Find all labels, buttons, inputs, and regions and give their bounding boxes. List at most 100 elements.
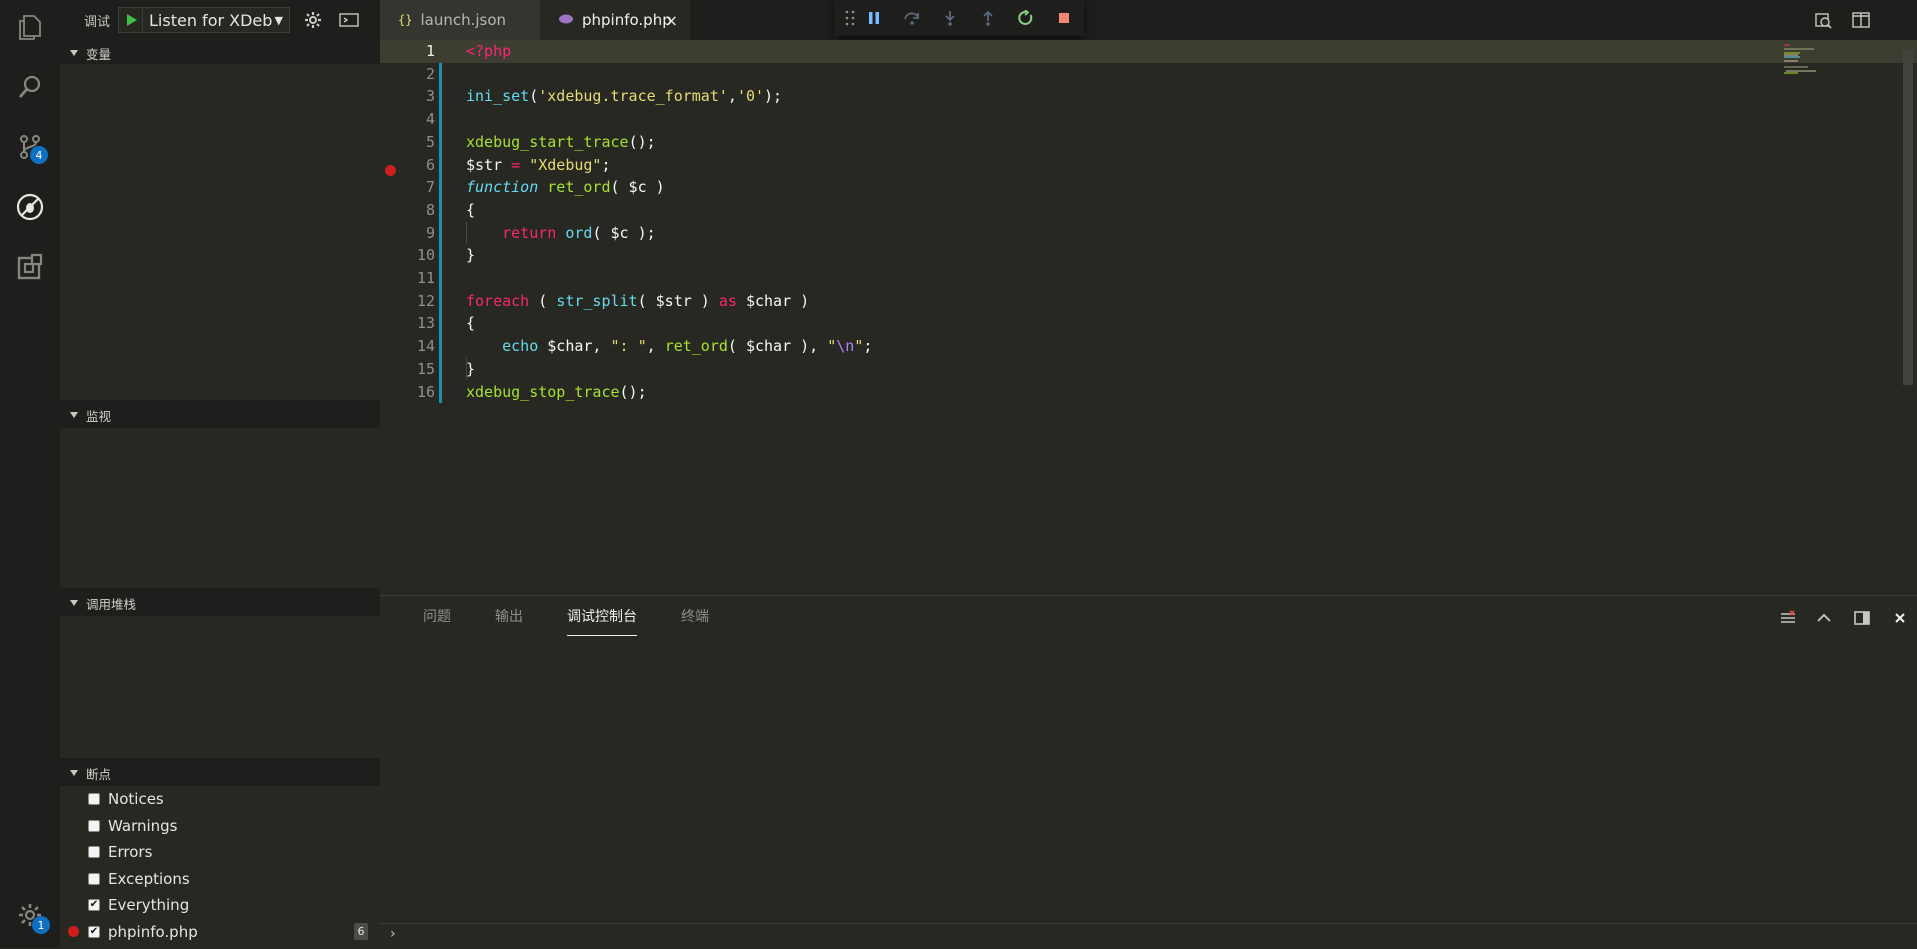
line-number: 1 <box>425 42 435 60</box>
toggle-panel-position-icon[interactable] <box>1851 607 1873 629</box>
checkbox[interactable] <box>88 846 100 858</box>
code-editor[interactable]: 1 <?php 2 3 ini_set('xdebug.trace_format',… <box>380 40 1917 595</box>
debug-sidebar: 调试 Listen for XDebu ▼ 变量 监视 调用堆栈 断点 Noti… <box>60 0 380 948</box>
tab-output[interactable]: 输出 <box>495 606 523 636</box>
breakpoint-label: Errors <box>108 843 153 861</box>
split-editor-icon[interactable] <box>1849 8 1873 32</box>
extensions-icon[interactable] <box>0 242 60 292</box>
code-line: } <box>466 359 476 378</box>
close-panel-icon[interactable] <box>1889 607 1911 629</box>
collapse-icon <box>70 600 78 606</box>
breakpoint-item[interactable]: ✔ phpinfo.php 6 <box>60 919 380 945</box>
bottom-panel: 问题 输出 调试控制台 终端 › <box>380 595 1917 948</box>
line-number: 5 <box>425 132 435 151</box>
line-number: 2 <box>425 64 435 83</box>
section-label: 变量 <box>86 46 112 62</box>
gear-icon[interactable] <box>300 7 326 33</box>
gear-icon[interactable]: 1 <box>0 890 60 940</box>
debug-icon[interactable] <box>0 182 60 232</box>
code-line: { <box>466 314 476 333</box>
breakpoint-label: Notices <box>108 790 164 808</box>
source-control-icon[interactable]: 4 <box>0 122 60 172</box>
code-line: xdebug_stop_trace(); <box>466 382 647 401</box>
section-label: 断点 <box>86 766 112 782</box>
drag-handle-icon[interactable] <box>838 6 862 30</box>
code-line: <?php <box>466 42 512 60</box>
close-icon[interactable]: × <box>665 11 678 30</box>
line-number: 8 <box>425 200 435 219</box>
breakpoint-item[interactable]: Exceptions <box>60 866 380 892</box>
stop-icon[interactable] <box>1052 6 1076 30</box>
tab-debug-console[interactable]: 调试控制台 <box>567 606 637 636</box>
code-line: foreach ( str_split( $str ) as $char ) <box>466 291 810 310</box>
minimap[interactable] <box>1782 44 1832 74</box>
step-over-icon[interactable] <box>900 6 924 30</box>
checkbox[interactable] <box>88 793 100 805</box>
json-file-icon: {} <box>398 13 413 27</box>
explorer-icon[interactable] <box>0 2 60 52</box>
breakpoint-label: Exceptions <box>108 869 190 888</box>
section-label: 监视 <box>86 408 112 424</box>
breakpoint-item[interactable]: Warnings <box>60 813 380 839</box>
section-breakpoints[interactable]: 断点 <box>60 762 380 784</box>
line-number: 3 <box>425 87 435 106</box>
checkbox-checked[interactable]: ✔ <box>88 899 100 911</box>
breakpoint-item[interactable]: Notices <box>60 786 380 812</box>
line-number: 12 <box>416 291 435 310</box>
open-changes-icon[interactable] <box>1811 8 1835 32</box>
code-line: return ord( $c ); <box>502 223 656 242</box>
tab-launch-json[interactable]: {} launch.json <box>380 0 540 40</box>
code-line: } <box>466 246 476 265</box>
tab-terminal[interactable]: 终端 <box>681 606 709 636</box>
line-number: 10 <box>416 246 435 265</box>
start-debugging-icon[interactable] <box>121 9 144 31</box>
debug-toolbar <box>834 0 1084 36</box>
php-file-icon <box>558 13 574 28</box>
checkbox[interactable] <box>88 819 100 832</box>
tab-problems[interactable]: 问题 <box>423 606 451 636</box>
collapse-icon <box>70 770 78 776</box>
checkbox-checked[interactable]: ✔ <box>88 925 100 938</box>
code-line: { <box>466 200 476 219</box>
debug-header: 调试 Listen for XDebu ▼ <box>60 0 380 40</box>
section-callstack[interactable]: 调用堆栈 <box>60 592 380 614</box>
scm-badge: 4 <box>30 146 48 164</box>
clear-console-icon[interactable] <box>1777 607 1799 629</box>
launch-config-select[interactable]: Listen for XDebu ▼ <box>118 7 291 33</box>
collapse-icon <box>70 50 78 56</box>
more-actions-icon[interactable] <box>1885 8 1909 32</box>
editor-tab-bar: {} launch.json phpinfo.php × <box>380 0 1917 40</box>
editor-scrollbar[interactable] <box>1903 50 1913 385</box>
code-line: xdebug_start_trace(); <box>466 132 656 151</box>
breakpoint-label: phpinfo.php <box>108 922 198 941</box>
breakpoint-item[interactable]: Errors <box>60 839 380 865</box>
debug-console-input[interactable]: › <box>380 923 1917 949</box>
line-number: 15 <box>416 359 435 378</box>
launch-config-label: Listen for XDebu <box>149 10 273 30</box>
line-number: 14 <box>416 337 435 356</box>
watch-pane <box>60 428 380 588</box>
pause-icon[interactable] <box>862 6 886 30</box>
step-into-icon[interactable] <box>938 6 962 30</box>
section-variables[interactable]: 变量 <box>60 42 380 64</box>
callstack-pane <box>60 616 380 758</box>
code-line: $str = "Xdebug"; <box>466 155 611 174</box>
maximize-panel-icon[interactable] <box>1813 607 1835 629</box>
step-out-icon[interactable] <box>976 6 1000 30</box>
variables-pane <box>60 64 380 400</box>
debug-title: 调试 <box>84 14 111 30</box>
collapse-icon <box>70 412 78 418</box>
chevron-down-icon: ▼ <box>274 13 284 27</box>
line-number: 11 <box>416 269 435 287</box>
checkbox[interactable] <box>88 872 100 885</box>
restart-icon[interactable] <box>1014 6 1038 30</box>
code-line: ini_set('xdebug.trace_format','0'); <box>466 87 783 106</box>
breakpoint-item[interactable]: ✔ Everything <box>60 892 380 918</box>
breakpoint-label: Warnings <box>108 816 178 835</box>
line-number: 9 <box>425 223 435 242</box>
debug-console-icon[interactable] <box>336 7 362 33</box>
search-icon[interactable] <box>0 62 60 112</box>
tab-phpinfo-php[interactable]: phpinfo.php × <box>540 0 690 40</box>
section-watch[interactable]: 监视 <box>60 404 380 426</box>
tab-label: phpinfo.php <box>582 11 672 29</box>
